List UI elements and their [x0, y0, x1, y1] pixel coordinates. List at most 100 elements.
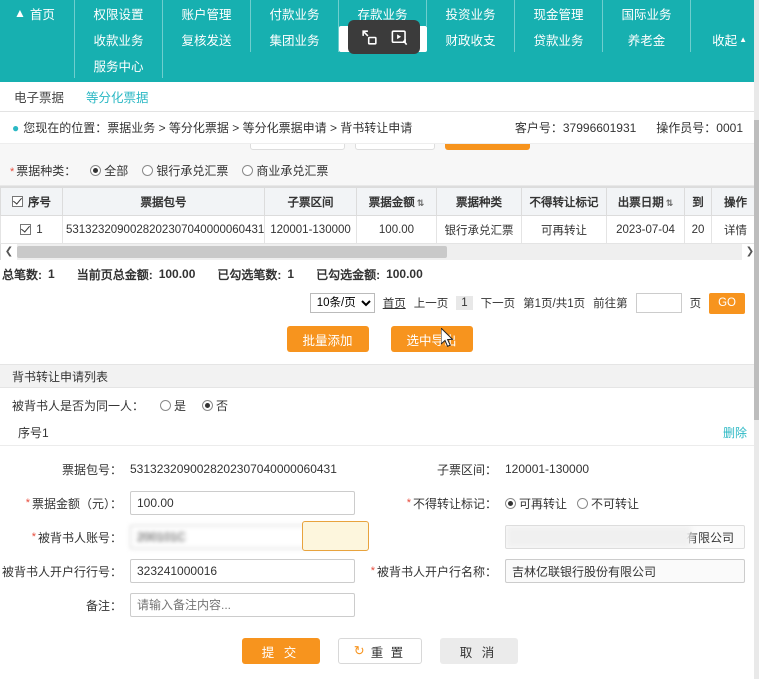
- nav-label: 财政收支: [445, 30, 495, 49]
- nav-label: 收款业务: [93, 30, 143, 49]
- th-label: 不得转让标记: [530, 197, 599, 209]
- sub-range-value: 120001-130000: [505, 462, 589, 476]
- page-size-select[interactable]: 10条/页 20条/页 50条/页: [310, 293, 375, 313]
- nav-item-cash-management[interactable]: 现金管理: [515, 0, 603, 26]
- th-issue-date[interactable]: 出票日期⇅: [607, 188, 685, 216]
- th-label: 出票日期: [618, 197, 664, 209]
- transfer-flag-radio-transferable[interactable]: 可再转让: [505, 495, 567, 512]
- account-suggestion-highlight[interactable]: [302, 521, 369, 551]
- sort-icon[interactable]: ⇅: [666, 198, 674, 208]
- same-person-row: 被背书人是否为同一人： 是 否: [0, 388, 759, 420]
- endorsee-bank-code-input[interactable]: [130, 559, 355, 583]
- filter-radio-bank-acceptance[interactable]: 银行承兑汇票: [142, 162, 228, 179]
- pagination-next-page[interactable]: 下一页: [481, 295, 516, 311]
- nav-item-investment-business[interactable]: 投资业务: [427, 0, 515, 26]
- export-selected-button[interactable]: 选中导出: [391, 326, 473, 352]
- sort-icon[interactable]: ⇅: [417, 198, 425, 208]
- nav-item-home[interactable]: ▲ 首页: [0, 0, 75, 26]
- reset-button[interactable]: ↻ 重 置: [338, 638, 422, 664]
- nav-item-group-business[interactable]: 集团业务: [251, 26, 339, 52]
- endorsee-bank-code-label: *被背书人开户行行号：: [0, 563, 130, 580]
- endorsement-item-header: 序号1 删除: [0, 420, 759, 446]
- nav-item-review-send[interactable]: 复核发送: [163, 26, 251, 52]
- scroll-left-icon[interactable]: ❮: [1, 244, 17, 260]
- nav-item-collection-business[interactable]: 收款业务: [75, 26, 163, 52]
- transfer-flag-option-label: 不可转让: [591, 495, 639, 512]
- nav-item-fiscal-revenue[interactable]: 财政收支: [427, 26, 515, 52]
- cancel-button[interactable]: 取 消: [440, 638, 518, 664]
- delete-item-link[interactable]: 删除: [723, 424, 747, 441]
- account-info: 客户号：37996601931 操作员号：0001: [515, 119, 747, 136]
- transfer-flag-option-label: 可再转让: [519, 495, 567, 512]
- floating-overlay-toolbar[interactable]: [348, 20, 420, 54]
- screen-record-icon[interactable]: [387, 25, 411, 49]
- radio-icon: [202, 400, 213, 411]
- nav-item-pension[interactable]: 养老金: [603, 26, 691, 52]
- scroll-track[interactable]: [17, 244, 742, 260]
- filter-radio-all[interactable]: 全部: [90, 162, 128, 179]
- radio-icon: [160, 400, 171, 411]
- pagination-prev-page[interactable]: 上一页: [414, 295, 449, 311]
- ghost-input-2: [355, 144, 435, 150]
- pagination-goto-input[interactable]: [636, 293, 682, 313]
- nav-label: 养老金: [628, 30, 666, 49]
- tab-fractional-bill[interactable]: 等分化票据: [84, 83, 151, 110]
- endorsee-bank-name-input[interactable]: [505, 559, 745, 583]
- cell-issue-date: 2023-07-04: [607, 216, 685, 244]
- th-due-date: 到: [685, 188, 712, 216]
- form-action-buttons: 提 交 ↻ 重 置 取 消: [0, 628, 759, 664]
- nav-item-loan-business[interactable]: 贷款业务: [515, 26, 603, 52]
- th-transfer-flag: 不得转让标记: [522, 188, 607, 216]
- nav-label: 集团业务: [269, 30, 319, 49]
- row-checkbox[interactable]: [20, 224, 31, 235]
- radio-icon: [90, 165, 101, 176]
- batch-add-button[interactable]: 批量添加: [287, 326, 369, 352]
- pagination-go-button[interactable]: GO: [709, 293, 745, 314]
- cell-index: 1: [1, 216, 63, 244]
- transfer-flag-radio-non-transferable[interactable]: 不可转让: [577, 495, 639, 512]
- amount-input[interactable]: [130, 491, 355, 515]
- th-bill-type: 票据种类: [437, 188, 522, 216]
- scroll-thumb[interactable]: [17, 246, 447, 258]
- filter-radio-commercial-acceptance[interactable]: 商业承兑汇票: [242, 162, 328, 179]
- nav-item-service-center[interactable]: 服务中心: [75, 52, 163, 78]
- nav-label: 账户管理: [181, 4, 231, 23]
- row-detail-link[interactable]: 详情: [712, 216, 759, 244]
- th-label: 票据金额: [369, 197, 415, 209]
- tab-electronic-bill[interactable]: 电子票据: [12, 83, 66, 110]
- th-index[interactable]: 序号: [1, 188, 63, 216]
- home-icon: ▲: [14, 7, 26, 19]
- same-person-radio-yes[interactable]: 是: [160, 397, 186, 414]
- remark-input[interactable]: [130, 593, 355, 617]
- table-row[interactable]: 1 5313232090028202307040000060431 120001…: [1, 216, 759, 244]
- pagination-current-page[interactable]: 1: [456, 296, 472, 310]
- table-header-row: 序号 票据包号 子票区间 票据金额⇅ 票据种类 不得转让标记 出票日期⇅ 到 操…: [1, 188, 759, 216]
- endorsee-name-field[interactable]: 有限公司: [505, 525, 745, 549]
- pagination: 10条/页 20条/页 50条/页 首页 上一页 1 下一页 第1页/共1页 前…: [0, 288, 759, 318]
- expand-icon[interactable]: [357, 25, 381, 49]
- customer-number: 客户号：37996601931: [515, 119, 636, 136]
- collapse-nav-button[interactable]: 收起 ▲: [712, 30, 747, 49]
- item-index-label: 序号1: [18, 424, 49, 441]
- select-all-checkbox[interactable]: [12, 196, 23, 207]
- nav-item-account-management[interactable]: 账户管理: [163, 0, 251, 26]
- th-amount[interactable]: 票据金额⇅: [357, 188, 437, 216]
- nav-item-international-business[interactable]: 国际业务: [603, 0, 691, 26]
- endorsee-account-label: *被背书人账号：: [0, 529, 130, 546]
- submit-button[interactable]: 提 交: [242, 638, 320, 664]
- page-scroll-thumb[interactable]: [754, 120, 759, 420]
- table-action-buttons: 批量添加 选中导出: [0, 318, 759, 364]
- nav-item-payment-business[interactable]: 付款业务: [251, 0, 339, 26]
- required-mark: *: [10, 166, 14, 178]
- nav-label: 国际业务: [621, 4, 671, 23]
- page-vertical-scrollbar[interactable]: [754, 0, 759, 679]
- same-person-radio-no[interactable]: 否: [202, 397, 228, 414]
- table-horizontal-scrollbar[interactable]: ❮ ❯: [0, 244, 759, 260]
- bill-package-no-label: 票据包号：: [0, 461, 130, 478]
- form-row-bank: *被背书人开户行行号： *被背书人开户行名称：: [0, 556, 759, 586]
- page-amount-value: 100.00: [159, 267, 196, 281]
- cell-due-date: 20: [685, 216, 712, 244]
- pagination-first-page[interactable]: 首页: [383, 295, 406, 311]
- refresh-icon: ↻: [354, 643, 367, 659]
- nav-item-permission-settings[interactable]: 权限设置: [75, 0, 163, 26]
